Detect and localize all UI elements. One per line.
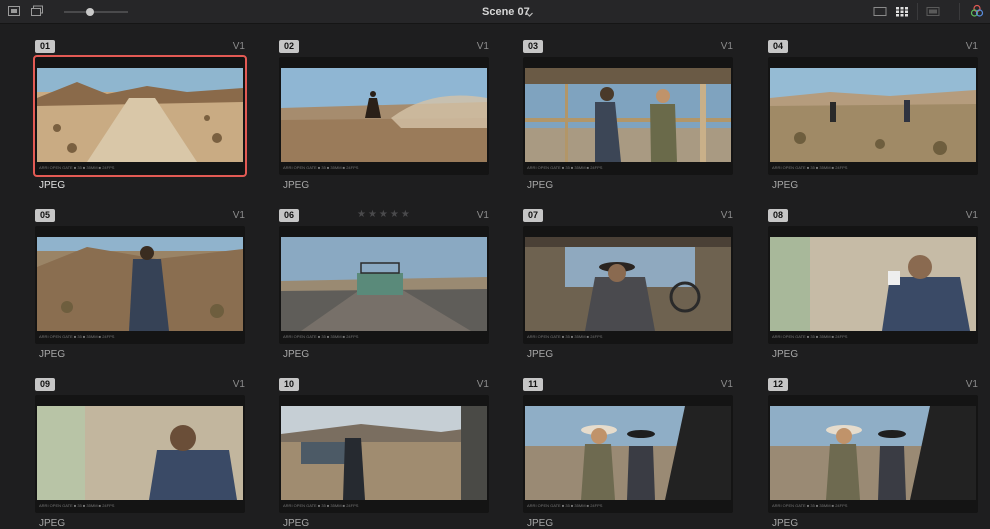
clip-image bbox=[525, 237, 731, 331]
clip-image bbox=[770, 237, 976, 331]
clip-track-label: V1 bbox=[476, 379, 489, 390]
clip-metadata: ARRI OPEN GATE ■ 35 ■ 35MM ■ 24FPS bbox=[772, 334, 848, 339]
clip-format-label: JPEG bbox=[772, 349, 799, 360]
frame-icon[interactable] bbox=[6, 4, 21, 18]
clip-track-label: V1 bbox=[965, 41, 978, 52]
clip-format-label: JPEG bbox=[283, 349, 310, 360]
clip-thumbnail[interactable]: 04 V1 ARRI OPEN GATE ■ 35 ■ 35MM ■ 24FPS… bbox=[768, 24, 978, 191]
clip-number-badge: 10 bbox=[279, 378, 299, 391]
clip-image bbox=[37, 68, 243, 162]
clip-track-label: V1 bbox=[232, 41, 245, 52]
clip-number-badge: 08 bbox=[768, 209, 788, 222]
clip-track-label: V1 bbox=[232, 379, 245, 390]
clip-image bbox=[281, 68, 487, 162]
clip-stack-icon[interactable] bbox=[29, 4, 44, 18]
clip-format-label: JPEG bbox=[527, 349, 554, 360]
clip-metadata: ARRI OPEN GATE ■ 35 ■ 35MM ■ 24FPS bbox=[283, 165, 359, 170]
clip-metadata: ARRI OPEN GATE ■ 35 ■ 35MM ■ 24FPS bbox=[772, 503, 848, 508]
clip-preview[interactable]: ARRI OPEN GATE ■ 35 ■ 35MM ■ 24FPS bbox=[768, 395, 978, 513]
clip-format-label: JPEG bbox=[527, 180, 554, 191]
clip-image bbox=[37, 237, 243, 331]
panel-icon[interactable] bbox=[925, 4, 940, 18]
clip-thumbnail[interactable]: 05 V1 ARRI OPEN GATE ■ 35 ■ 35MM ■ 24FPS… bbox=[35, 193, 245, 360]
clip-number-badge: 05 bbox=[35, 209, 55, 222]
clip-preview[interactable]: ARRI OPEN GATE ■ 35 ■ 35MM ■ 24FPS bbox=[523, 226, 733, 344]
clip-number-badge: 12 bbox=[768, 378, 788, 391]
clip-thumbnail[interactable]: 12 V1 ARRI OPEN GATE ■ 35 ■ 35MM ■ 24FPS… bbox=[768, 362, 978, 529]
clip-track-label: V1 bbox=[232, 210, 245, 221]
toolbar-divider bbox=[917, 3, 918, 20]
clip-preview[interactable]: ARRI OPEN GATE ■ 35 ■ 35MM ■ 24FPS bbox=[35, 395, 245, 513]
clip-metadata: ARRI OPEN GATE ■ 35 ■ 35MM ■ 24FPS bbox=[39, 165, 115, 170]
media-thumbnail-grid: 01 V1 ARRI OPEN GATE ■ 35 ■ 35MM ■ 24FPS… bbox=[0, 24, 990, 529]
clip-track-label: V1 bbox=[720, 41, 733, 52]
clip-metadata: ARRI OPEN GATE ■ 35 ■ 35MM ■ 24FPS bbox=[283, 503, 359, 508]
clip-preview[interactable]: ARRI OPEN GATE ■ 35 ■ 35MM ■ 24FPS bbox=[33, 55, 247, 177]
clip-number-badge: 09 bbox=[35, 378, 55, 391]
clip-metadata: ARRI OPEN GATE ■ 35 ■ 35MM ■ 24FPS bbox=[39, 334, 115, 339]
clip-image bbox=[37, 406, 243, 500]
clip-thumbnail[interactable]: 02 V1 ARRI OPEN GATE ■ 35 ■ 35MM ■ 24FPS… bbox=[279, 24, 489, 191]
clip-number-badge: 07 bbox=[523, 209, 543, 222]
clip-number-badge: 02 bbox=[279, 40, 299, 53]
top-toolbar: Scene 07 bbox=[0, 0, 990, 24]
clip-image bbox=[770, 406, 976, 500]
clip-number-badge: 03 bbox=[523, 40, 543, 53]
clip-preview[interactable]: ARRI OPEN GATE ■ 35 ■ 35MM ■ 24FPS bbox=[279, 57, 489, 175]
color-wheel-icon[interactable] bbox=[969, 4, 984, 18]
clip-format-label: JPEG bbox=[39, 180, 66, 191]
scene-title[interactable]: Scene 07 bbox=[482, 6, 530, 18]
clip-track-label: V1 bbox=[965, 210, 978, 221]
clip-metadata: ARRI OPEN GATE ■ 35 ■ 35MM ■ 24FPS bbox=[283, 334, 359, 339]
toolbar-divider bbox=[959, 3, 960, 20]
clip-thumbnail[interactable]: 11 V1 ARRI OPEN GATE ■ 35 ■ 35MM ■ 24FPS… bbox=[523, 362, 733, 529]
clip-track-label: V1 bbox=[965, 379, 978, 390]
clip-metadata: ARRI OPEN GATE ■ 35 ■ 35MM ■ 24FPS bbox=[772, 165, 848, 170]
rating-stars[interactable]: ★★★★★ bbox=[357, 209, 412, 220]
clip-metadata: ARRI OPEN GATE ■ 35 ■ 35MM ■ 24FPS bbox=[39, 503, 115, 508]
clip-metadata: ARRI OPEN GATE ■ 35 ■ 35MM ■ 24FPS bbox=[527, 165, 603, 170]
clip-track-label: V1 bbox=[476, 210, 489, 221]
clip-image bbox=[525, 68, 731, 162]
clip-track-label: V1 bbox=[720, 210, 733, 221]
clip-image bbox=[770, 68, 976, 162]
slider-handle[interactable] bbox=[86, 8, 94, 16]
clip-preview[interactable]: ARRI OPEN GATE ■ 35 ■ 35MM ■ 24FPS bbox=[523, 57, 733, 175]
clip-preview[interactable]: ARRI OPEN GATE ■ 35 ■ 35MM ■ 24FPS bbox=[768, 226, 978, 344]
grid-view-icon[interactable] bbox=[894, 4, 909, 18]
clip-thumbnail[interactable]: 06 ★★★★★ V1 ARRI OPEN GATE ■ 35 ■ 35MM ■… bbox=[279, 193, 489, 360]
clip-preview[interactable]: ARRI OPEN GATE ■ 35 ■ 35MM ■ 24FPS bbox=[523, 395, 733, 513]
clip-track-label: V1 bbox=[476, 41, 489, 52]
clip-number-badge: 06 bbox=[279, 209, 299, 222]
clip-format-label: JPEG bbox=[39, 349, 66, 360]
clip-preview[interactable]: ARRI OPEN GATE ■ 35 ■ 35MM ■ 24FPS bbox=[768, 57, 978, 175]
clip-thumbnail[interactable]: 08 V1 ARRI OPEN GATE ■ 35 ■ 35MM ■ 24FPS… bbox=[768, 193, 978, 360]
clip-format-label: JPEG bbox=[772, 180, 799, 191]
chevron-down-icon[interactable] bbox=[525, 6, 534, 24]
clip-preview[interactable]: ARRI OPEN GATE ■ 35 ■ 35MM ■ 24FPS bbox=[35, 226, 245, 344]
clip-thumbnail[interactable]: 07 V1 ARRI OPEN GATE ■ 35 ■ 35MM ■ 24FPS… bbox=[523, 193, 733, 360]
clip-image bbox=[281, 237, 487, 331]
clip-preview[interactable]: ARRI OPEN GATE ■ 35 ■ 35MM ■ 24FPS bbox=[279, 226, 489, 344]
clip-format-label: JPEG bbox=[283, 180, 310, 191]
clip-thumbnail[interactable]: 10 V1 ARRI OPEN GATE ■ 35 ■ 35MM ■ 24FPS… bbox=[279, 362, 489, 529]
clip-preview[interactable]: ARRI OPEN GATE ■ 35 ■ 35MM ■ 24FPS bbox=[279, 395, 489, 513]
thumbnail-size-slider[interactable] bbox=[64, 11, 128, 13]
clip-image bbox=[525, 406, 731, 500]
clip-number-badge: 01 bbox=[35, 40, 55, 53]
clip-track-label: V1 bbox=[720, 379, 733, 390]
clip-number-badge: 04 bbox=[768, 40, 788, 53]
clip-thumbnail[interactable]: 09 V1 ARRI OPEN GATE ■ 35 ■ 35MM ■ 24FPS… bbox=[35, 362, 245, 529]
clip-thumbnail[interactable]: 01 V1 ARRI OPEN GATE ■ 35 ■ 35MM ■ 24FPS… bbox=[33, 24, 247, 191]
clip-metadata: ARRI OPEN GATE ■ 35 ■ 35MM ■ 24FPS bbox=[527, 334, 603, 339]
clip-metadata: ARRI OPEN GATE ■ 35 ■ 35MM ■ 24FPS bbox=[527, 503, 603, 508]
clip-thumbnail[interactable]: 03 V1 ARRI OPEN GATE ■ 35 ■ 35MM ■ 24FPS… bbox=[523, 24, 733, 191]
clip-image bbox=[281, 406, 487, 500]
list-view-icon[interactable] bbox=[872, 4, 887, 18]
clip-number-badge: 11 bbox=[523, 378, 543, 391]
